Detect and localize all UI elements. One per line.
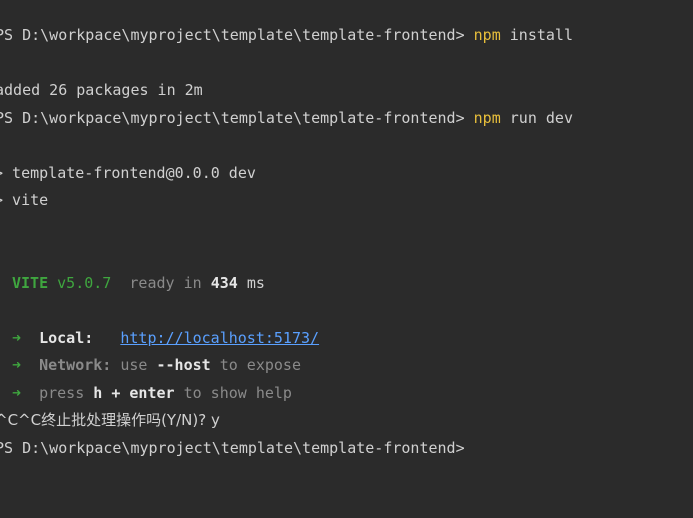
interrupt-line: ^C^C终止批处理操作吗(Y/N)? y bbox=[0, 411, 220, 429]
vite-name: VITE bbox=[12, 274, 49, 292]
command-npm: npm bbox=[473, 109, 501, 127]
output-added-packages: added 26 packages in 2m bbox=[0, 81, 203, 99]
ready-unit: ms bbox=[246, 274, 265, 292]
vite-ready-line: VITE v5.0.7 ready in 434 ms bbox=[12, 273, 265, 293]
command-args: run dev bbox=[500, 109, 573, 127]
prompt-text: PS D:\workpace\myproject\template\templa… bbox=[0, 109, 474, 127]
arrow-right-icon: ➜ bbox=[12, 356, 22, 374]
arrow-right-icon: ➜ bbox=[12, 384, 22, 402]
network-label: Network: bbox=[39, 356, 112, 374]
terminal-panel[interactable]: PS D:\workpace\myproject\template\templa… bbox=[0, 0, 693, 518]
current-prompt[interactable]: PS D:\workpace\myproject\template\templa… bbox=[0, 438, 465, 458]
output-script-command: > vite bbox=[0, 190, 48, 210]
command-line-run-dev: PS D:\workpace\myproject\template\templa… bbox=[0, 108, 573, 128]
script-command-text: vite bbox=[3, 191, 49, 209]
ready-label: ready in bbox=[129, 274, 202, 292]
network-line: ➜ Network: use --host to expose bbox=[12, 355, 301, 375]
ready-value: 434 bbox=[210, 274, 238, 292]
help-rest-text: to show help bbox=[183, 384, 292, 402]
network-rest-text: to expose bbox=[219, 356, 301, 374]
help-keys: h + enter bbox=[93, 384, 175, 402]
output-script-name: > template-frontend@0.0.0 dev bbox=[0, 163, 256, 183]
network-host-flag: --host bbox=[156, 356, 211, 374]
command-npm: npm bbox=[473, 26, 501, 44]
command-line-install: PS D:\workpace\myproject\template\templa… bbox=[0, 25, 573, 45]
script-name-text: template-frontend@0.0.0 dev bbox=[3, 164, 256, 182]
local-label: Local: bbox=[39, 329, 94, 347]
vite-version: v5.0.7 bbox=[57, 274, 112, 292]
network-use-text: use bbox=[120, 356, 148, 374]
help-press-text: press bbox=[39, 384, 85, 402]
prompt-text: PS D:\workpace\myproject\template\templa… bbox=[0, 26, 474, 44]
help-line: ➜ press h + enter to show help bbox=[12, 383, 292, 403]
local-url-line: ➜ Local: http://localhost:5173/ bbox=[12, 328, 319, 348]
command-args: install bbox=[500, 26, 573, 44]
local-url-link[interactable]: http://localhost:5173/ bbox=[120, 329, 319, 347]
arrow-right-icon: ➜ bbox=[12, 329, 22, 347]
